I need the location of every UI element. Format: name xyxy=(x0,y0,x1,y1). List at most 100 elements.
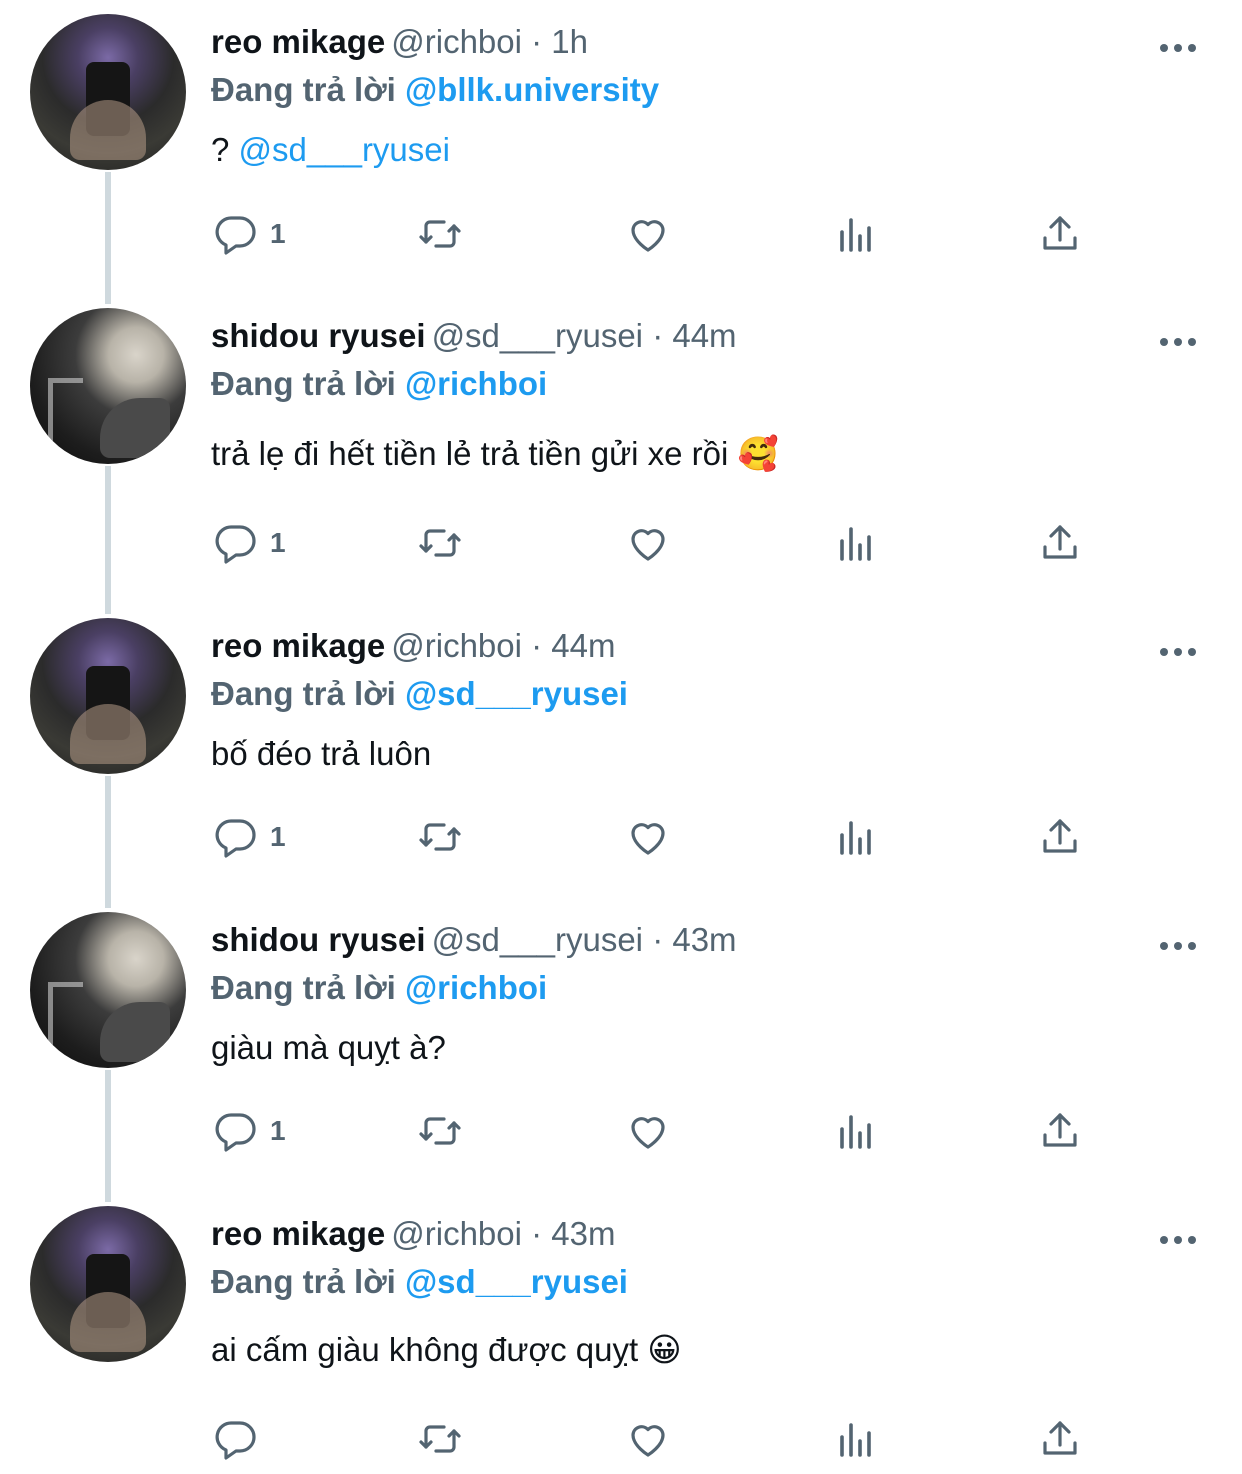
timestamp[interactable]: · 43m xyxy=(652,921,736,958)
retweet-button[interactable] xyxy=(416,1106,464,1156)
tweet-header: reo mikage @richboi · 43m xyxy=(211,1214,616,1254)
share-button[interactable] xyxy=(1036,812,1084,862)
tweet-actions xyxy=(0,1414,1242,1464)
like-button[interactable] xyxy=(624,1106,672,1156)
replying-to-label: Đang trả lời xyxy=(211,969,396,1006)
handle[interactable]: @richboi xyxy=(391,627,522,664)
handle[interactable]: @sd___ryusei xyxy=(432,317,643,354)
reply-button[interactable]: 1 xyxy=(212,209,286,259)
replying-to: Đang trả lời @richboi xyxy=(211,968,547,1008)
display-name[interactable]: reo mikage xyxy=(211,23,385,60)
reply-count: 1 xyxy=(270,527,286,558)
display-name[interactable]: shidou ryusei xyxy=(211,921,426,958)
reply-button[interactable]: 1 xyxy=(212,518,286,568)
timestamp[interactable]: · 44m xyxy=(652,317,736,354)
handle[interactable]: @richboi xyxy=(391,1215,522,1252)
heart-icon xyxy=(631,823,665,855)
avatar[interactable] xyxy=(30,308,186,464)
tweet[interactable]: shidou ryusei @sd___ryusei · 44m Đang trả… xyxy=(0,308,1242,578)
share-button[interactable] xyxy=(1036,209,1084,259)
avatar[interactable] xyxy=(30,912,186,1068)
replying-to-label: Đang trả lời xyxy=(211,675,396,712)
timestamp[interactable]: · 44m xyxy=(531,627,615,664)
display-name[interactable]: shidou ryusei xyxy=(211,317,426,354)
avatar[interactable] xyxy=(30,618,186,774)
tweet-text: ai cấm giàu không được quỵt 😀 xyxy=(211,1331,682,1368)
tweet[interactable]: reo mikage @richboi · 43m Đang trả lời @s… xyxy=(0,1206,1242,1474)
avatar[interactable] xyxy=(30,1206,186,1362)
views-icon xyxy=(840,1423,871,1457)
handle[interactable]: @richboi xyxy=(391,23,522,60)
tweet[interactable]: reo mikage @richboi · 1h Đang trả lời @bl… xyxy=(0,14,1242,274)
reply-mention-link[interactable]: @sd___ryusei xyxy=(405,675,628,712)
more-icon[interactable] xyxy=(1160,642,1200,662)
reply-button[interactable] xyxy=(212,1414,270,1464)
replying-to: Đang trả lời @sd___ryusei xyxy=(211,674,628,714)
reply-button[interactable]: 1 xyxy=(212,1106,286,1156)
tweet-actions: 1 xyxy=(0,812,1242,862)
reply-icon xyxy=(215,819,256,858)
retweet-button[interactable] xyxy=(416,812,464,862)
tweet-actions: 1 xyxy=(0,1106,1242,1156)
heart-icon xyxy=(631,529,665,561)
tweet-text: bố đéo trả luôn xyxy=(211,735,432,772)
share-icon xyxy=(1043,1421,1077,1455)
share-icon xyxy=(1043,1113,1077,1147)
like-button[interactable] xyxy=(624,209,672,259)
heart-icon xyxy=(631,1117,665,1149)
views-button[interactable] xyxy=(832,1106,880,1156)
replying-to: Đang trả lời @sd___ryusei xyxy=(211,1262,628,1302)
heart-icon xyxy=(631,220,665,252)
tweet[interactable]: reo mikage @richboi · 44m Đang trả lời @s… xyxy=(0,618,1242,878)
views-icon xyxy=(840,527,871,561)
replying-to-label: Đang trả lời xyxy=(211,71,396,108)
replying-to-label: Đang trả lời xyxy=(211,365,396,402)
like-button[interactable] xyxy=(624,518,672,568)
reply-icon xyxy=(215,525,256,564)
tweet[interactable]: shidou ryusei @sd___ryusei · 43m Đang trả… xyxy=(0,912,1242,1172)
views-button[interactable] xyxy=(832,518,880,568)
more-icon[interactable] xyxy=(1160,38,1200,58)
share-icon xyxy=(1043,525,1077,559)
tweet-header: reo mikage @richboi · 44m xyxy=(211,626,616,666)
reply-mention-link[interactable]: @bllk.university xyxy=(405,71,659,108)
reply-count: 1 xyxy=(270,218,286,249)
share-button[interactable] xyxy=(1036,518,1084,568)
reply-mention-link[interactable]: @richboi xyxy=(405,365,547,402)
reply-mention-link[interactable]: @richboi xyxy=(405,969,547,1006)
views-button[interactable] xyxy=(832,1414,880,1464)
display-name[interactable]: reo mikage xyxy=(211,627,385,664)
share-button[interactable] xyxy=(1036,1414,1084,1464)
heart-icon xyxy=(631,1425,665,1457)
views-button[interactable] xyxy=(832,812,880,862)
like-button[interactable] xyxy=(624,1414,672,1464)
tweet-header: shidou ryusei @sd___ryusei · 43m xyxy=(211,920,737,960)
tweet-mention-link[interactable]: @sd___ryusei xyxy=(239,131,450,168)
reply-count: 1 xyxy=(270,1115,286,1146)
retweet-button[interactable] xyxy=(416,518,464,568)
like-button[interactable] xyxy=(624,812,672,862)
reply-count: 1 xyxy=(270,821,286,852)
reply-button[interactable]: 1 xyxy=(212,812,286,862)
share-button[interactable] xyxy=(1036,1106,1084,1156)
avatar[interactable] xyxy=(30,14,186,170)
more-icon[interactable] xyxy=(1160,936,1200,956)
more-icon[interactable] xyxy=(1160,1230,1200,1250)
retweet-icon xyxy=(419,1425,461,1453)
reply-mention-link[interactable]: @sd___ryusei xyxy=(405,1263,628,1300)
retweet-button[interactable] xyxy=(416,1414,464,1464)
handle[interactable]: @sd___ryusei xyxy=(432,921,643,958)
reply-icon xyxy=(215,1113,256,1152)
tweet-text: ? @sd___ryusei xyxy=(211,130,450,170)
replying-to: Đang trả lời @bllk.university xyxy=(211,70,659,110)
tweet-header: reo mikage @richboi · 1h xyxy=(211,22,588,62)
replying-to-label: Đang trả lời xyxy=(211,1263,396,1300)
timestamp[interactable]: · 43m xyxy=(531,1215,615,1252)
retweet-button[interactable] xyxy=(416,209,464,259)
retweet-icon xyxy=(419,529,461,557)
tweet-header: shidou ryusei @sd___ryusei · 44m xyxy=(211,316,737,356)
views-button[interactable] xyxy=(832,209,880,259)
display-name[interactable]: reo mikage xyxy=(211,1215,385,1252)
more-icon[interactable] xyxy=(1160,332,1200,352)
timestamp[interactable]: · 1h xyxy=(531,23,588,60)
